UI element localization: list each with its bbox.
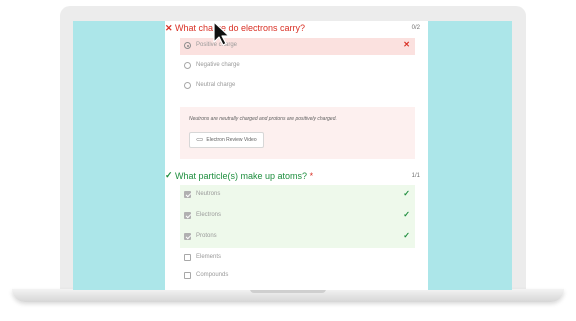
required-mark: * xyxy=(309,171,314,181)
check-icon: ✓ xyxy=(403,210,410,219)
answer-option[interactable]: Compounds xyxy=(180,268,415,285)
answer-option[interactable]: Neutral charge xyxy=(180,78,415,95)
feedback-text: Neutrons are neutrally charged and proto… xyxy=(189,116,337,122)
check-icon: ✓ xyxy=(165,170,173,180)
check-icon: ✓ xyxy=(403,189,410,198)
checkbox[interactable] xyxy=(184,272,191,279)
question-score: 0/2 xyxy=(411,25,420,31)
check-icon: ✓ xyxy=(403,231,410,240)
option-label: Protons xyxy=(196,233,217,239)
x-icon: ✕ xyxy=(403,40,410,49)
answer-option[interactable]: Protons ✓ xyxy=(180,229,415,246)
quiz-form: ✕ What charge do electrons carry? 0/2 Po… xyxy=(165,21,428,290)
option-label: Electrons xyxy=(196,212,222,218)
option-label: Neutrons xyxy=(196,191,221,197)
option-label: Negative charge xyxy=(196,62,240,68)
question-title: What charge do electrons carry? xyxy=(175,23,306,33)
answer-feedback: Neutrons are neutrally charged and proto… xyxy=(180,107,415,159)
link-icon: ⊂⊃ xyxy=(196,137,203,143)
question-title: What particle(s) make up atoms? * xyxy=(175,171,313,181)
radio-button[interactable] xyxy=(184,62,191,69)
answer-option[interactable]: Elements xyxy=(180,250,415,267)
option-label: Elements xyxy=(196,254,222,260)
link-label: Electron Review Video xyxy=(206,137,257,143)
electron-review-video-link[interactable]: ⊂⊃ Electron Review Video xyxy=(189,132,264,148)
checkbox[interactable] xyxy=(184,212,191,219)
x-icon: ✕ xyxy=(165,23,173,33)
laptop-screen: ✕ What charge do electrons carry? 0/2 Po… xyxy=(73,21,512,290)
checkbox[interactable] xyxy=(184,233,191,240)
checkbox[interactable] xyxy=(184,191,191,198)
mouse-pointer-icon xyxy=(213,21,230,46)
radio-button[interactable] xyxy=(184,42,191,49)
answer-option[interactable]: Negative charge xyxy=(180,58,415,75)
option-label: Compounds xyxy=(196,272,229,278)
question-title-text: What particle(s) make up atoms? xyxy=(175,171,308,181)
option-label: Neutral charge xyxy=(196,82,236,88)
question-score: 1/1 xyxy=(411,173,420,179)
checkbox[interactable] xyxy=(184,254,191,261)
radio-button[interactable] xyxy=(184,82,191,89)
answer-option[interactable]: Electrons ✓ xyxy=(180,208,415,225)
answer-option[interactable]: Neutrons ✓ xyxy=(180,187,415,204)
